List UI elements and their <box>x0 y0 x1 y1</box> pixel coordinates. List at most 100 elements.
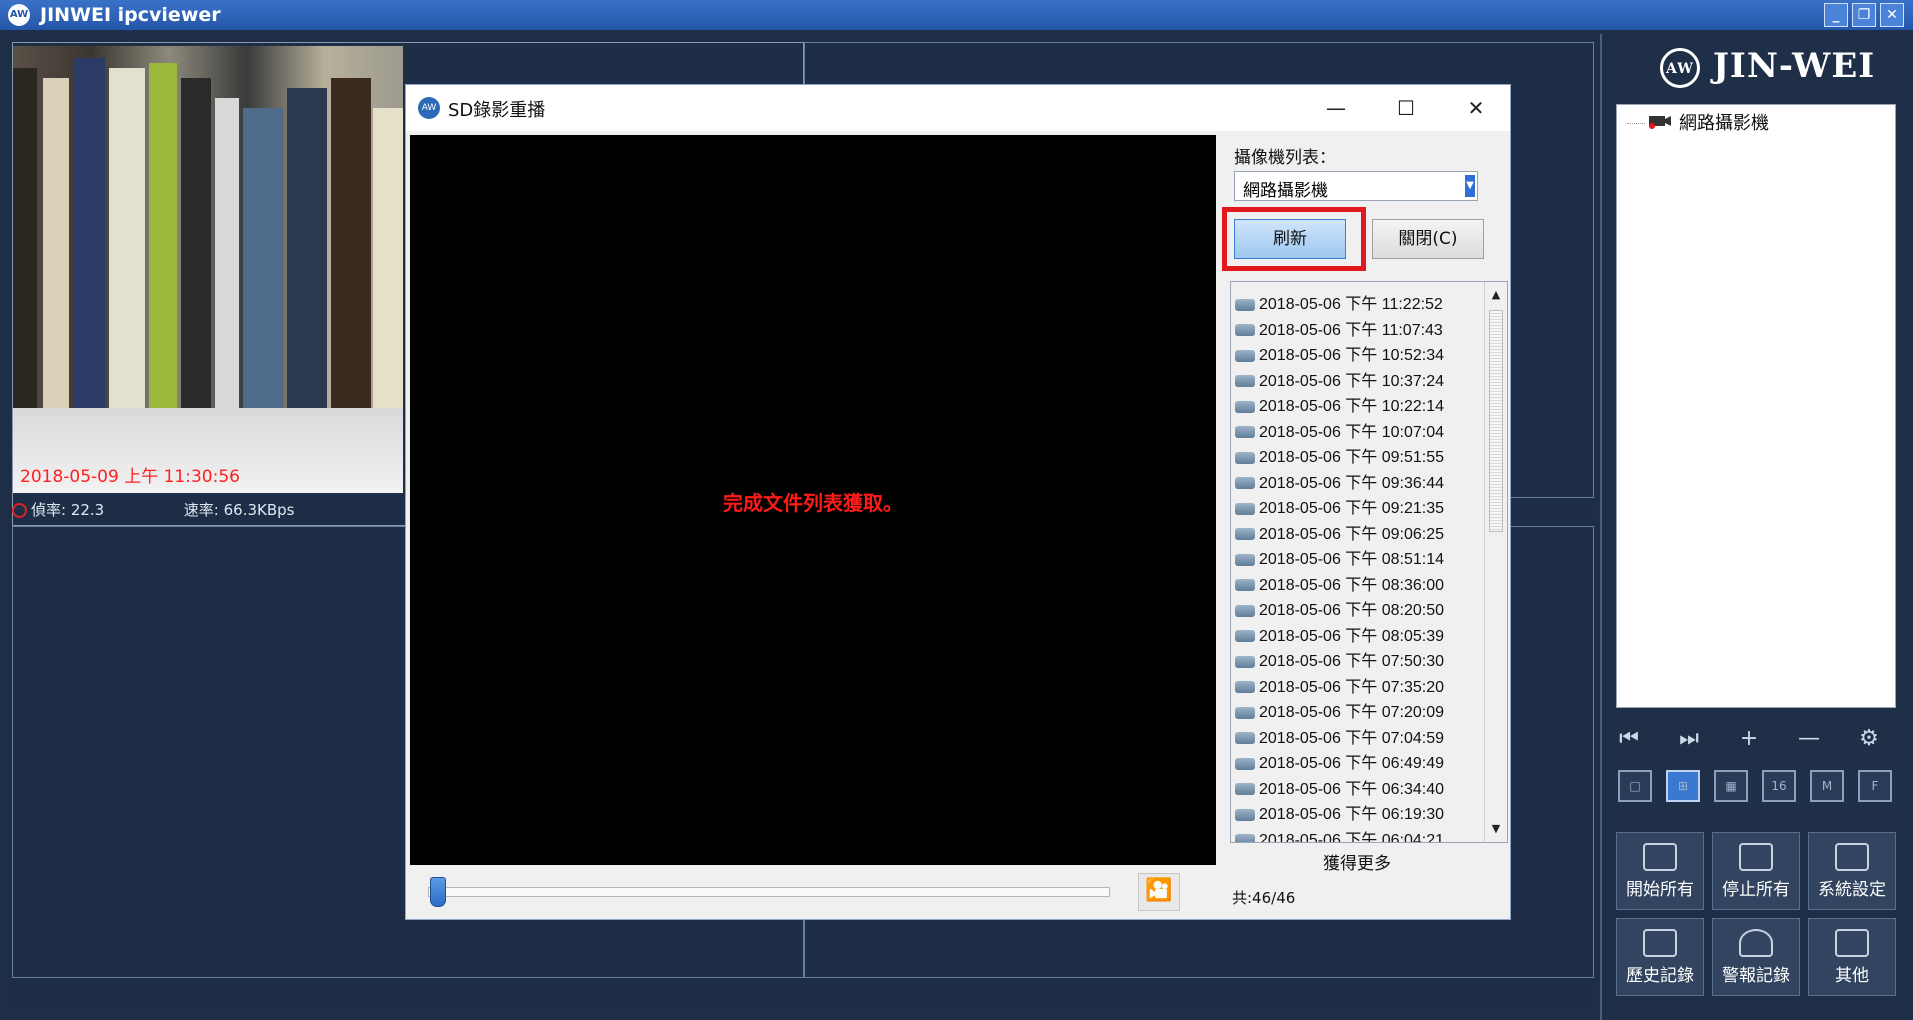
file-list-item[interactable]: 2018-05-06 下午 09:06:25 <box>1235 520 1444 544</box>
video-file-icon <box>1235 528 1255 541</box>
last-icon[interactable]: ⏭ <box>1672 724 1706 754</box>
stop-all-button[interactable]: 停止所有 <box>1712 832 1800 910</box>
video-file-icon <box>1235 426 1255 439</box>
live-video[interactable] <box>13 46 403 493</box>
file-list-item[interactable]: 2018-05-06 下午 07:20:09 <box>1235 698 1444 722</box>
video-file-icon <box>1235 834 1255 842</box>
dialog-side-panel: 攝像機列表： 網路攝影機 ▼ 刷新 關閉(C) 2018-05-06 下午 11… <box>1222 135 1508 915</box>
system-settings-button[interactable]: 系統設定 <box>1808 832 1896 910</box>
file-count: 共:46/46 <box>1232 889 1296 907</box>
app-title: JINWEI ipcviewer <box>40 4 221 26</box>
seek-thumb[interactable] <box>430 877 446 907</box>
start-all-button[interactable]: 開始所有 <box>1616 832 1704 910</box>
layout-4-icon[interactable]: ⊞ <box>1666 770 1700 802</box>
settings-icon <box>1835 843 1869 871</box>
scroll-up-icon[interactable]: ▲ <box>1485 286 1507 304</box>
file-list-scrollbar[interactable]: ▲ ▼ <box>1484 282 1507 842</box>
snapshot-button[interactable]: 🎦 <box>1138 873 1180 911</box>
file-list-item[interactable]: 2018-05-06 下午 08:20:50 <box>1235 596 1444 620</box>
file-list-item[interactable]: 2018-05-06 下午 11:22:52 <box>1235 290 1443 314</box>
camera-icon <box>1649 116 1671 129</box>
close-dialog-button[interactable]: 關閉(C) <box>1372 219 1484 259</box>
bitrate: 速率: 66.3KBps <box>183 501 295 519</box>
remove-icon[interactable]: — <box>1792 724 1826 754</box>
layout-16-icon[interactable]: 16 <box>1762 770 1796 802</box>
file-list-item[interactable]: 2018-05-06 下午 06:34:40 <box>1235 775 1444 799</box>
layout-m-icon[interactable]: M <box>1810 770 1844 802</box>
video-file-icon <box>1235 451 1255 464</box>
dialog-title: SD錄影重播 <box>448 100 546 121</box>
file-list-item[interactable]: 2018-05-06 下午 10:52:34 <box>1235 341 1444 365</box>
seek-track[interactable] <box>428 887 1110 897</box>
layout-1-icon[interactable]: □ <box>1618 770 1652 802</box>
video-file-icon <box>1235 400 1255 413</box>
stop-all-icon <box>1739 843 1773 871</box>
video-file-icon <box>1235 783 1255 796</box>
file-list-item[interactable]: 2018-05-06 下午 09:36:44 <box>1235 469 1444 493</box>
video-file-icon <box>1235 502 1255 515</box>
alarm-log-button[interactable]: 警報記錄 <box>1712 918 1800 996</box>
film-icon: 🎦 <box>1145 878 1173 903</box>
seekbar: 🎦 <box>410 869 1216 911</box>
dialog-close-button[interactable]: ✕ <box>1456 93 1496 123</box>
other-button[interactable]: 其他 <box>1808 918 1896 996</box>
dialog-titlebar: AW SD錄影重播 — ☐ ✕ <box>406 85 1510 131</box>
video-file-icon <box>1235 706 1255 719</box>
layout-9-icon[interactable]: ▦ <box>1714 770 1748 802</box>
playback-video[interactable]: 完成文件列表獲取。 <box>410 135 1216 865</box>
file-list-item[interactable]: 2018-05-06 下午 10:07:04 <box>1235 418 1444 442</box>
app-titlebar: AW JINWEI ipcviewer _ ❐ ✕ <box>0 0 1913 30</box>
video-file-icon <box>1235 477 1255 490</box>
scroll-thumb[interactable] <box>1489 310 1503 532</box>
file-list-item[interactable]: 2018-05-06 下午 10:37:24 <box>1235 367 1444 391</box>
video-file-icon <box>1235 324 1255 337</box>
add-icon[interactable]: + <box>1732 724 1766 754</box>
gear-icon[interactable]: ⚙ <box>1852 724 1886 754</box>
first-icon[interactable]: ⏮ <box>1612 724 1646 754</box>
scroll-down-icon[interactable]: ▼ <box>1485 820 1507 838</box>
file-list-item[interactable]: 2018-05-06 下午 07:35:20 <box>1235 673 1444 697</box>
restore-button[interactable]: ❐ <box>1852 3 1876 27</box>
recording-file-list: 2018-05-06 下午 11:22:52 2018-05-06 下午 11:0… <box>1230 281 1508 843</box>
file-list-item[interactable]: 2018-05-06 下午 08:51:14 <box>1235 545 1444 569</box>
sd-playback-dialog: AW SD錄影重播 — ☐ ✕ 完成文件列表獲取。 🎦 攝像機列表： 網路攝影機… <box>405 84 1511 920</box>
history-button[interactable]: 歷史記錄 <box>1616 918 1704 996</box>
refresh-button[interactable]: 刷新 <box>1234 219 1346 259</box>
file-list-item[interactable]: 2018-05-06 下午 07:04:59 <box>1235 724 1444 748</box>
dialog-minimize-button[interactable]: — <box>1316 93 1356 123</box>
brand-name: JIN-WEI <box>1712 46 1876 86</box>
file-list-item[interactable]: 2018-05-06 下午 11:07:43 <box>1235 316 1443 340</box>
brand-mark-icon: AW <box>1660 48 1700 88</box>
video-file-icon <box>1235 655 1255 668</box>
app-logo-icon: AW <box>8 4 30 26</box>
minimize-button[interactable]: _ <box>1824 3 1848 27</box>
close-button[interactable]: ✕ <box>1880 3 1904 27</box>
tree-node-camera[interactable]: 網路攝影機 <box>1679 109 1769 135</box>
video-file-icon <box>1235 579 1255 592</box>
camera-list-label: 攝像機列表： <box>1234 148 1336 168</box>
file-list-item[interactable]: 2018-05-06 下午 09:21:35 <box>1235 494 1444 518</box>
dialog-maximize-button[interactable]: ☐ <box>1386 93 1426 123</box>
get-more-button[interactable]: 獲得更多 <box>1272 847 1442 881</box>
file-list-item[interactable]: 2018-05-06 下午 06:04:21 <box>1235 826 1444 842</box>
camera-select[interactable]: 網路攝影機 ▼ <box>1234 171 1478 201</box>
camera-select-value: 網路攝影機 <box>1243 181 1328 201</box>
file-list-item[interactable]: 2018-05-06 下午 08:36:00 <box>1235 571 1444 595</box>
dialog-logo-icon: AW <box>418 97 440 119</box>
video-file-icon <box>1235 375 1255 388</box>
device-tree: 網路攝影機 <box>1616 104 1896 708</box>
nav-toolbar: ⏮ ⏭ + — ⚙ <box>1612 724 1902 754</box>
video-file-icon <box>1235 681 1255 694</box>
video-file-icon <box>1235 604 1255 617</box>
file-list-item[interactable]: 2018-05-06 下午 08:05:39 <box>1235 622 1444 646</box>
file-list-item[interactable]: 2018-05-06 下午 10:22:14 <box>1235 392 1444 416</box>
file-list-item[interactable]: 2018-05-06 下午 09:51:55 <box>1235 443 1444 467</box>
brand-logo: AW JIN-WEI <box>1660 46 1875 88</box>
dropdown-arrow-icon[interactable]: ▼ <box>1465 175 1475 197</box>
file-list-item[interactable]: 2018-05-06 下午 07:50:30 <box>1235 647 1444 671</box>
file-list-item[interactable]: 2018-05-06 下午 06:49:49 <box>1235 749 1444 773</box>
layout-fullscreen-icon[interactable]: F <box>1858 770 1892 802</box>
start-all-icon <box>1643 843 1677 871</box>
video-stats: 偵率: 22.3 速率: 66.3KBps <box>12 499 294 520</box>
file-list-item[interactable]: 2018-05-06 下午 06:19:30 <box>1235 800 1444 824</box>
